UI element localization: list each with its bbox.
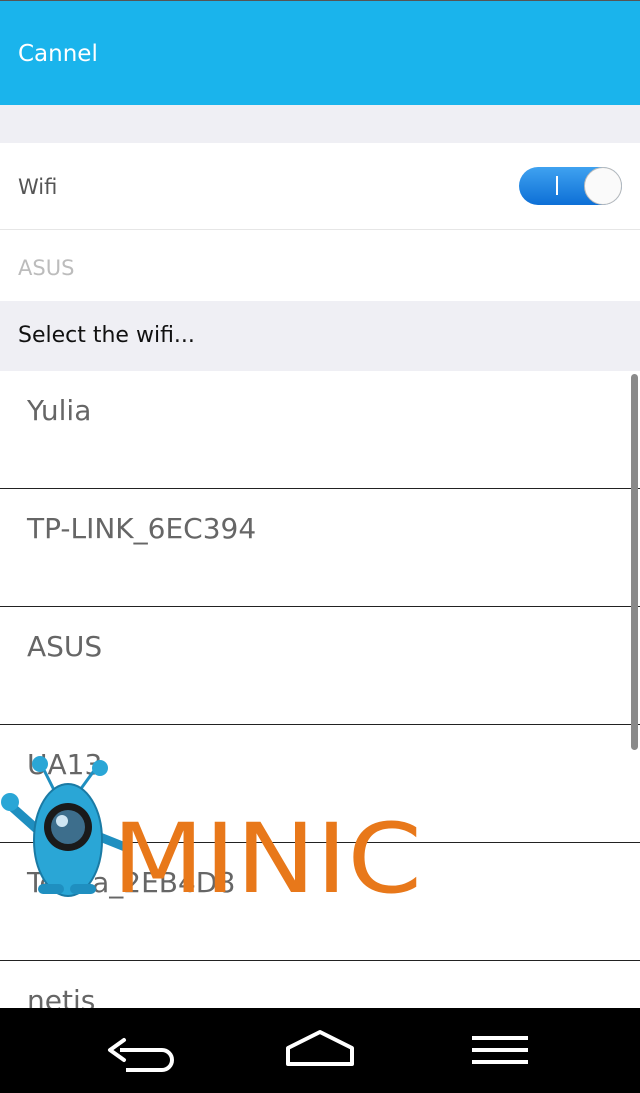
toggle-knob (584, 167, 622, 205)
list-scrollbar[interactable] (631, 374, 638, 750)
back-icon (108, 1038, 174, 1072)
network-ssid: Yulia (27, 394, 92, 427)
network-list-title: Select the wifi... (18, 323, 195, 348)
home-button[interactable] (284, 1028, 356, 1076)
home-icon (286, 1030, 354, 1066)
network-ssid: ASUS (27, 630, 103, 663)
network-item[interactable]: netis (0, 961, 640, 1008)
current-network-ssid: ASUS (18, 256, 75, 280)
network-item[interactable]: ASUS (0, 607, 640, 725)
wifi-label: Wifi (18, 175, 58, 199)
minic-wordmark: MINIC (112, 803, 422, 902)
wifi-toggle-row: Wifi (0, 143, 640, 230)
mascot-icon (1, 756, 130, 897)
back-button[interactable] (106, 1028, 176, 1076)
system-nav-bar (0, 1008, 640, 1093)
minic-logo-watermark: MINIC (1, 756, 422, 902)
toggle-on-mark (556, 176, 558, 195)
wifi-toggle[interactable] (519, 167, 622, 205)
section-spacer (0, 105, 640, 143)
network-ssid: TP-LINK_6EC394 (27, 512, 257, 545)
menu-button[interactable] (470, 1028, 530, 1076)
app-bar: Cannel (0, 0, 640, 105)
network-item[interactable]: TP-LINK_6EC394 (0, 489, 640, 607)
menu-icon (472, 1036, 528, 1064)
network-item[interactable]: Yulia (0, 371, 640, 489)
network-ssid: netis (27, 984, 96, 1008)
app-title: Cannel (18, 41, 98, 67)
current-network-row: ASUS (0, 231, 640, 301)
network-list-header: Select the wifi... (0, 301, 640, 371)
network-list[interactable]: Yulia TP-LINK_6EC394 ASUS UA13 Tenda_2EB… (0, 371, 640, 1008)
